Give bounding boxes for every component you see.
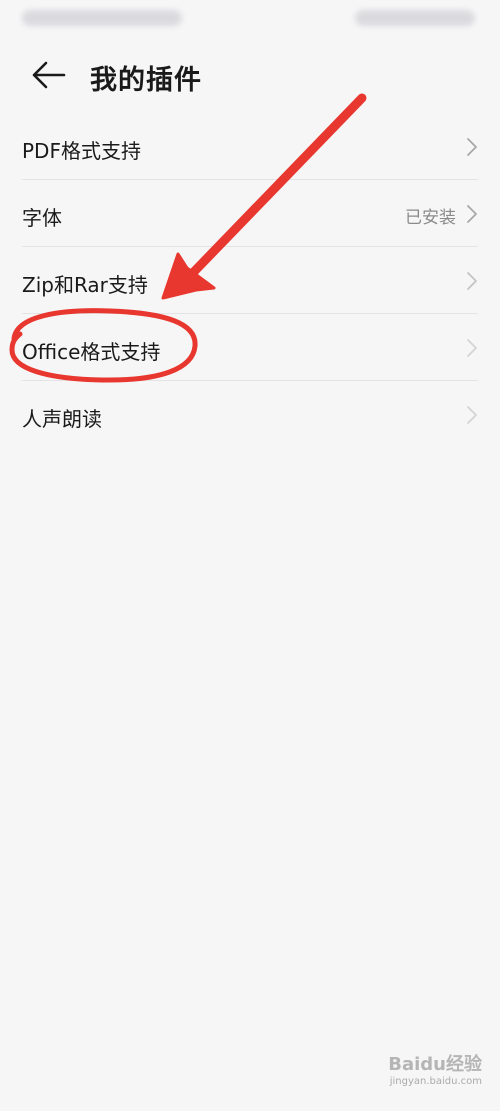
plugin-list: PDF格式支持 字体 已安装 Zip和Rar支持 Office格式支持 人声朗读 — [0, 113, 500, 448]
plugin-label: Office格式支持 — [22, 340, 161, 364]
plugin-row-office[interactable]: Office格式支持 — [0, 314, 500, 381]
chevron-right-icon — [467, 205, 477, 223]
page-title: 我的插件 — [90, 65, 202, 96]
status-bar-left-blurred — [22, 10, 182, 26]
chevron-right-icon — [467, 339, 477, 357]
header: 我的插件 — [0, 46, 500, 106]
arrow-left-icon[interactable] — [32, 60, 66, 90]
chevron-right-icon — [467, 406, 477, 424]
status-bar-right-blurred — [355, 10, 475, 26]
plugin-status: 已安装 — [405, 208, 456, 228]
status-bar — [0, 0, 500, 40]
plugin-row-font[interactable]: 字体 已安装 — [0, 180, 500, 247]
watermark-url: jingyan.baidu.com — [389, 1076, 482, 1087]
chevron-right-icon — [467, 138, 477, 156]
plugin-row-voice-reading[interactable]: 人声朗读 — [0, 381, 500, 448]
plugin-label: Zip和Rar支持 — [22, 273, 148, 297]
watermark: Baidu经验 jingyan.baidu.com — [388, 1054, 482, 1089]
plugin-label: 字体 — [22, 206, 62, 230]
watermark-logo: Baidu经验 — [388, 1054, 482, 1075]
plugin-label: 人声朗读 — [22, 407, 102, 431]
plugin-row-pdf[interactable]: PDF格式支持 — [0, 113, 500, 180]
plugin-label: PDF格式支持 — [22, 139, 141, 163]
chevron-right-icon — [467, 272, 477, 290]
plugin-row-zip-rar[interactable]: Zip和Rar支持 — [0, 247, 500, 314]
